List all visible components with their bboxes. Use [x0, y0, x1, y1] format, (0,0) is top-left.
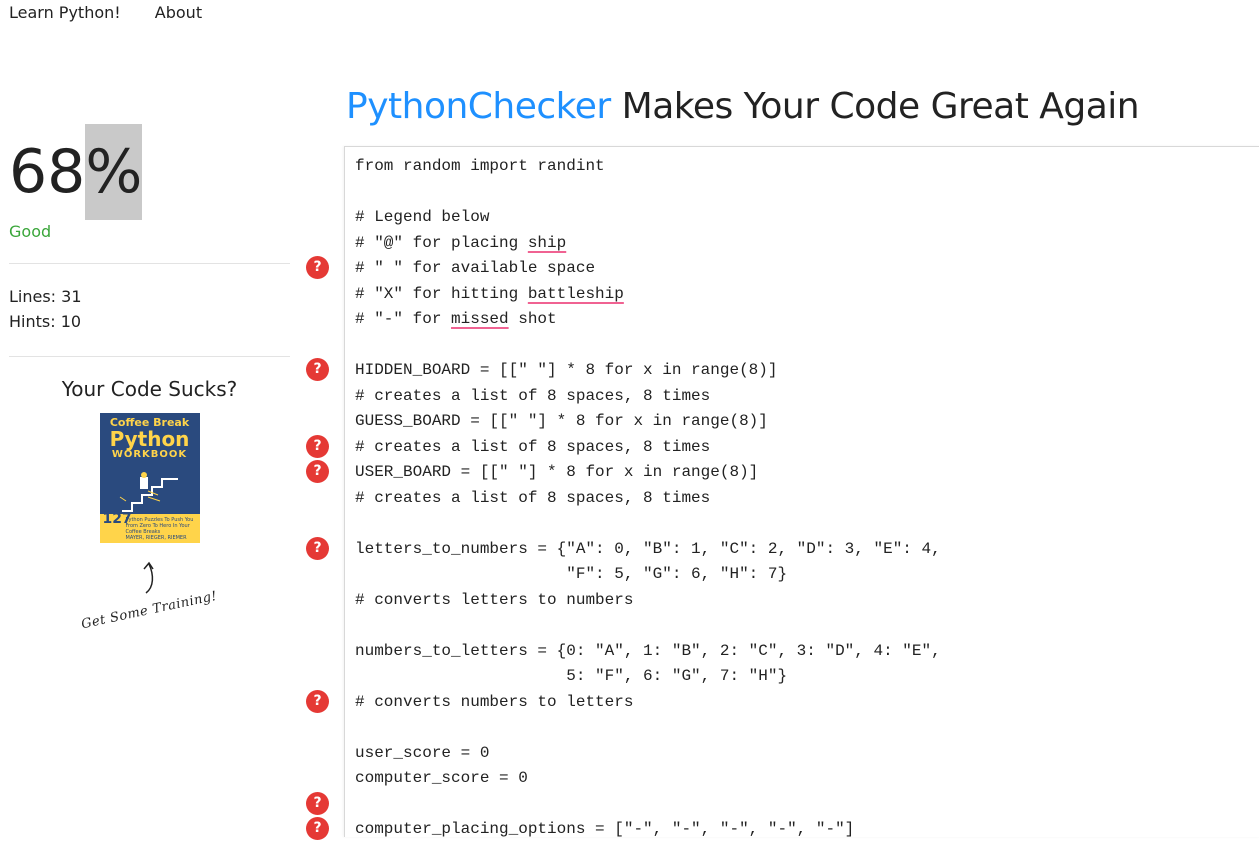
code-line[interactable] — [355, 180, 941, 206]
code-stats: Lines: 31 Hints: 10 — [9, 284, 290, 334]
code-line[interactable]: GUESS_BOARD = [[" "] * 8 for x in range(… — [355, 409, 941, 435]
code-line[interactable] — [355, 792, 941, 818]
code-line[interactable]: "F": 5, "G": 6, "H": 7} — [355, 562, 941, 588]
spelling-squiggle[interactable]: battleship — [528, 285, 624, 303]
score-unit: % — [85, 124, 143, 220]
hint-badge[interactable]: ? — [306, 817, 329, 840]
nav-learn-python[interactable]: Learn Python! — [9, 3, 121, 22]
code-line[interactable]: # creates a list of 8 spaces, 8 times — [355, 435, 941, 461]
code-line[interactable]: # "X" for hitting battleship — [355, 282, 941, 308]
spelling-squiggle[interactable]: missed — [451, 310, 509, 328]
book-tagline: Python Puzzles To Push You From Zero To … — [125, 517, 194, 535]
book-count: 127 — [102, 511, 132, 527]
code-line[interactable]: # converts numbers to letters — [355, 690, 941, 716]
code-line[interactable]: # Legend below — [355, 205, 941, 231]
code-editor[interactable]: from random import randint # Legend belo… — [344, 146, 1259, 838]
code-line[interactable] — [355, 511, 941, 537]
hint-badge[interactable]: ? — [306, 256, 329, 279]
code-line[interactable]: from random import randint — [355, 154, 941, 180]
code-line[interactable]: HIDDEN_BOARD = [[" "] * 8 for x in range… — [355, 358, 941, 384]
hint-badge[interactable]: ? — [306, 434, 329, 458]
code-line[interactable]: numbers_to_letters = {0: "A", 1: "B", 2:… — [355, 639, 941, 665]
code-line[interactable] — [355, 715, 941, 741]
code-line[interactable]: # creates a list of 8 spaces, 8 times — [355, 486, 941, 512]
hint-badge[interactable]: ? — [306, 460, 329, 483]
hint-badge[interactable]: ? — [306, 791, 329, 815]
score-grade: Good — [9, 222, 52, 241]
divider — [9, 263, 290, 264]
code-line[interactable]: # "-" for missed shot — [355, 307, 941, 333]
code-line[interactable] — [355, 333, 941, 359]
hint-badge[interactable]: ? — [306, 536, 329, 560]
title-tagline: Makes Your Code Great Again — [610, 86, 1140, 127]
code-line[interactable]: letters_to_numbers = {"A": 0, "B": 1, "C… — [355, 537, 941, 563]
code-line[interactable]: # converts letters to numbers — [355, 588, 941, 614]
code-line[interactable]: computer_placing_options = ["-", "-", "-… — [355, 817, 941, 843]
top-nav: Learn Python! About — [9, 3, 231, 22]
code-line[interactable]: 5: "F", 6: "G", 7: "H"} — [355, 664, 941, 690]
code-line[interactable]: # " " for available space — [355, 256, 941, 282]
score-display: 68% — [9, 124, 290, 220]
page-title: PythonChecker Makes Your Code Great Agai… — [346, 86, 1140, 127]
code-line[interactable] — [355, 613, 941, 639]
brand-name: PythonChecker — [346, 86, 611, 127]
book-band: 127 Python Puzzles To Push You From Zero… — [99, 511, 200, 543]
book-title-line3: WORKBOOK — [111, 449, 188, 460]
curved-arrow-icon — [9, 561, 290, 599]
hint-badge[interactable]: ? — [306, 358, 329, 381]
code-line[interactable]: USER_BOARD = [[" "] * 8 for x in range(8… — [355, 460, 941, 486]
nav-about[interactable]: About — [155, 3, 202, 22]
hints-count: Hints: 10 — [9, 312, 82, 331]
divider — [9, 356, 290, 357]
lines-count: Lines: 31 — [9, 287, 82, 306]
code-line[interactable]: # creates a list of 8 spaces, 8 times — [355, 384, 941, 410]
book-cover-image[interactable]: Coffee Break Python WORKBOOK 127 Python … — [99, 413, 200, 543]
promo-section: Your Code Sucks? Coffee Break Python WOR… — [9, 377, 290, 632]
book-author: MAYER, RIEGER, RIEMER — [125, 535, 187, 541]
book-title-line2: Python — [109, 427, 190, 451]
code-content[interactable]: from random import randint # Legend belo… — [355, 154, 941, 843]
staircase-illustration — [119, 472, 178, 512]
hint-badge[interactable]: ? — [306, 689, 329, 713]
code-line[interactable]: user_score = 0 — [355, 741, 941, 767]
sidebar: 68% Good Lines: 31 Hints: 10 Your Code S… — [9, 124, 290, 632]
code-line[interactable]: # "@" for placing ship — [355, 231, 941, 257]
promo-heading: Your Code Sucks? — [61, 377, 238, 401]
code-line[interactable]: computer_score = 0 — [355, 766, 941, 792]
score-value: 68 — [9, 137, 86, 207]
spelling-squiggle[interactable]: ship — [528, 234, 566, 252]
